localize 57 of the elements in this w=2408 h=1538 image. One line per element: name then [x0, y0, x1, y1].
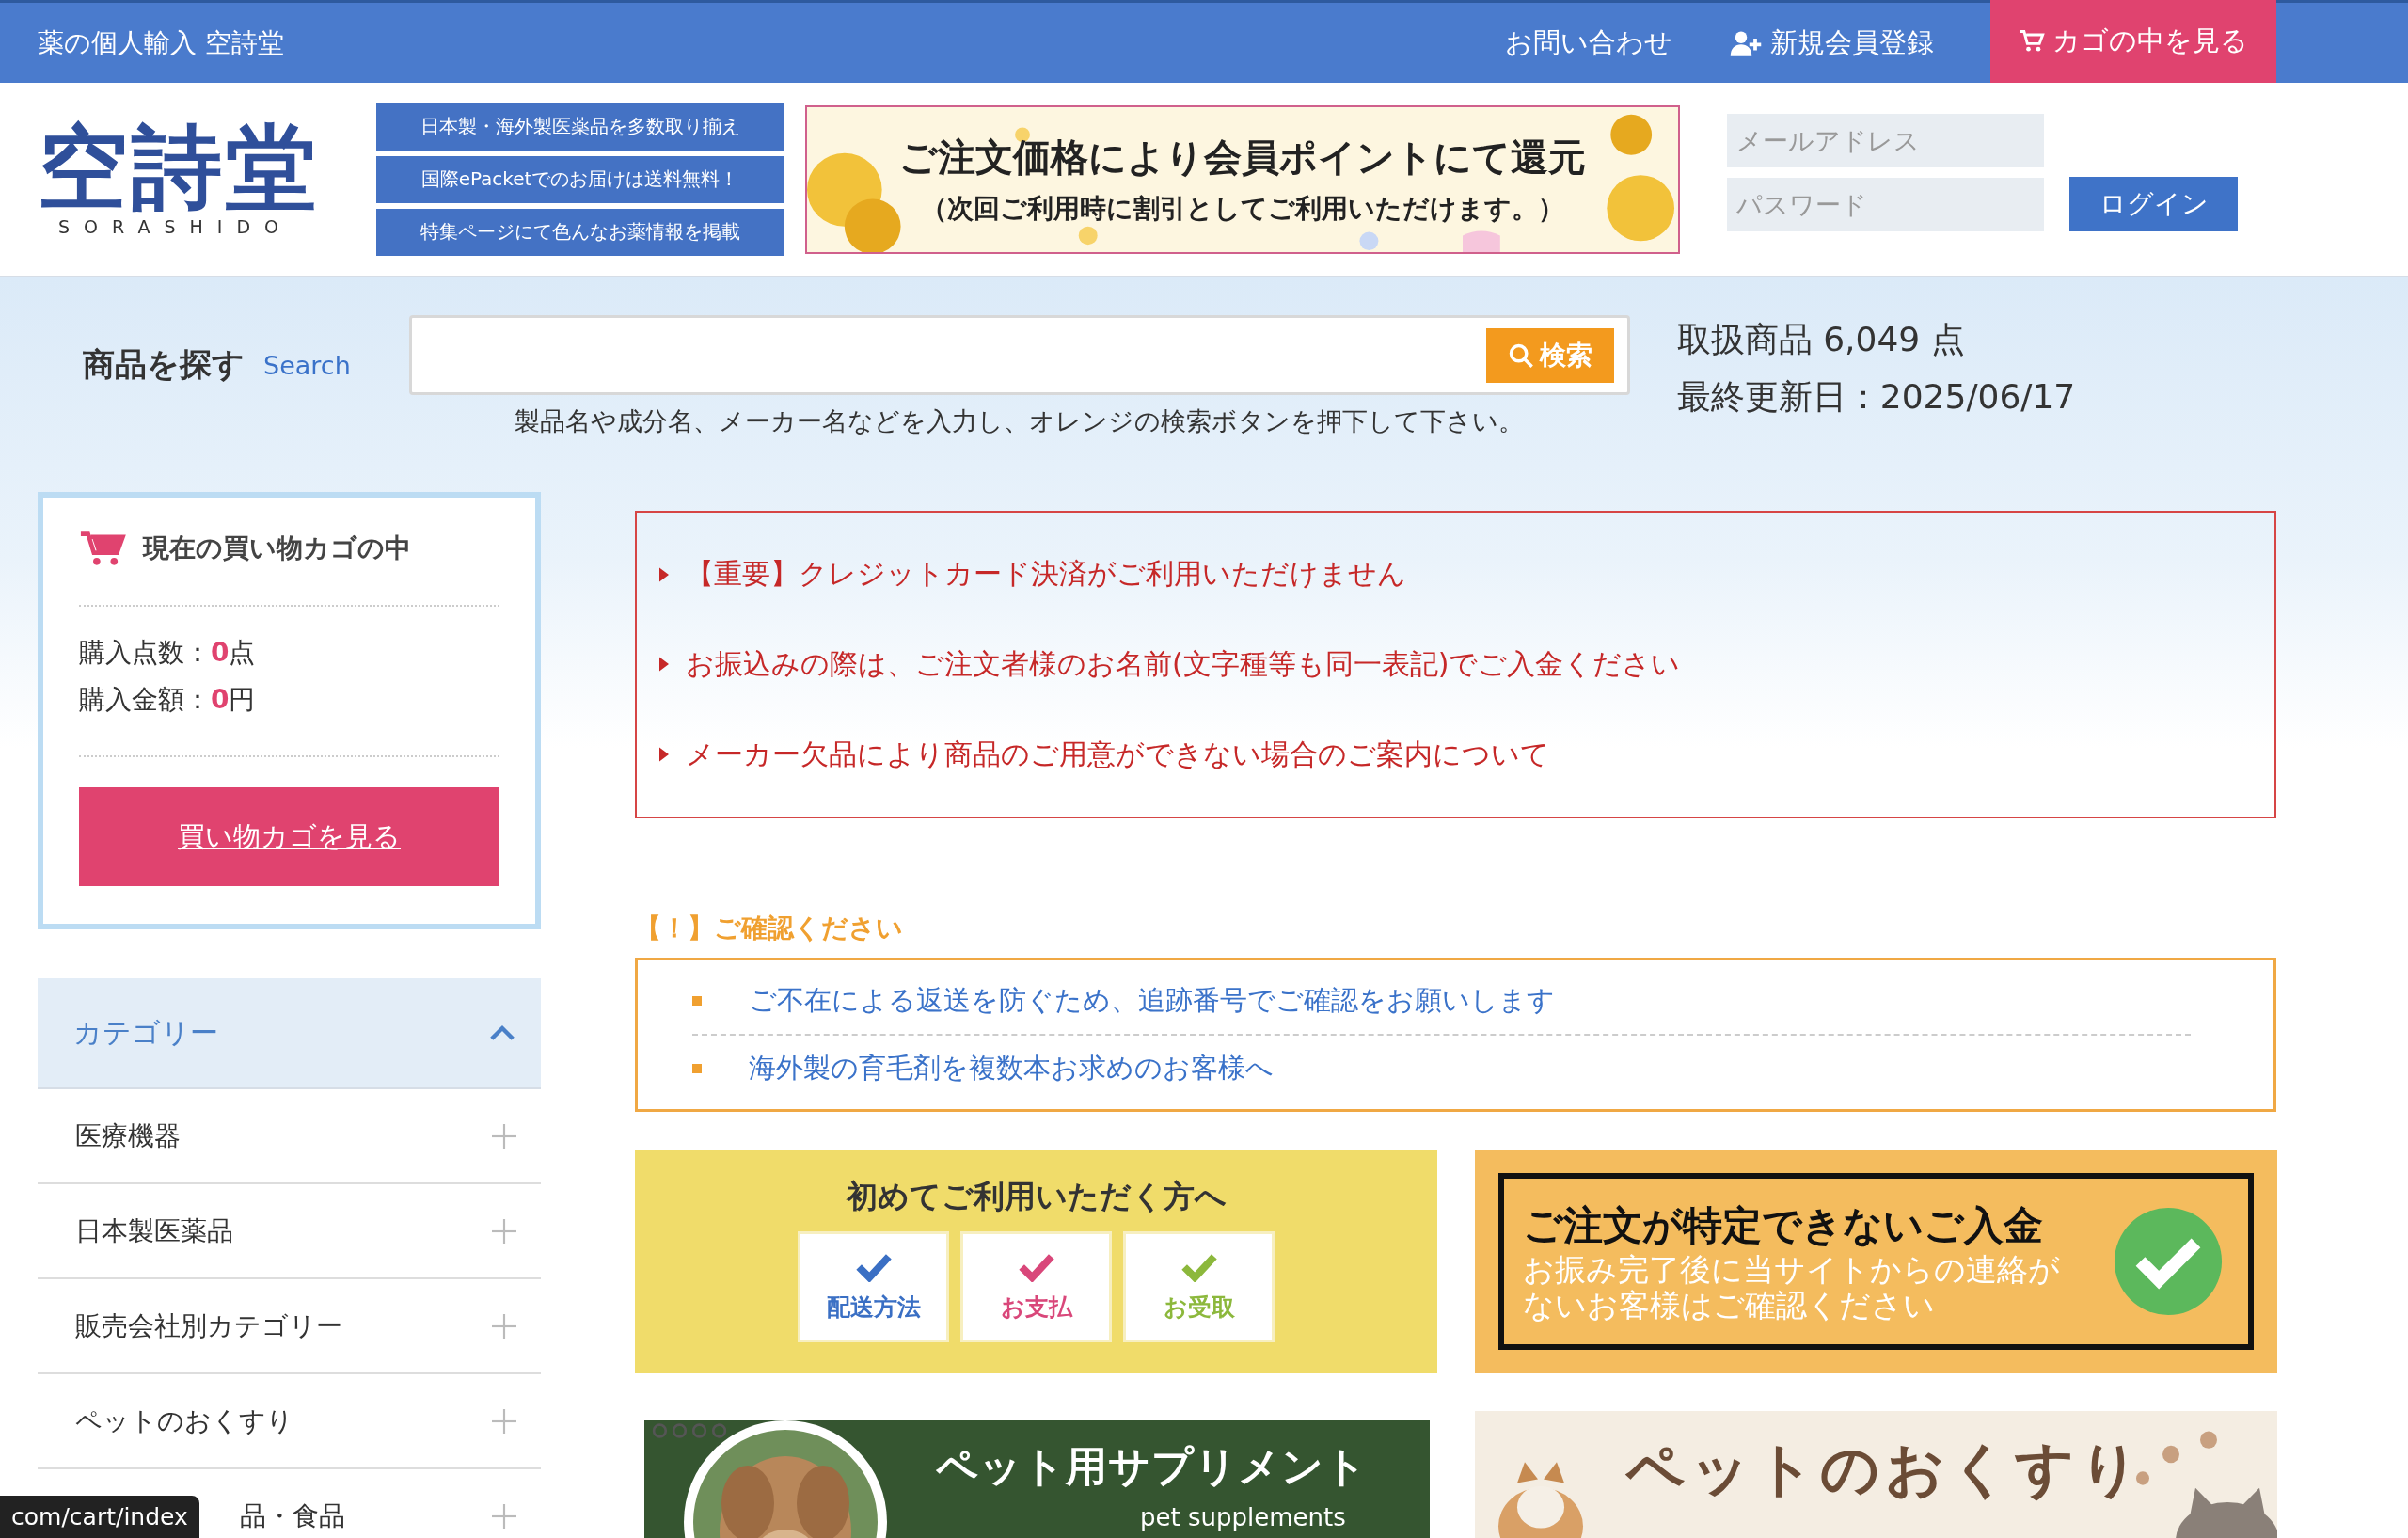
- email-field[interactable]: メールアドレス: [1727, 114, 2044, 167]
- dots-icon: [652, 1422, 727, 1439]
- banner-title: ペットのおくすり: [1625, 1434, 2145, 1505]
- payment-title: ご注文が特定できないご入金: [1523, 1201, 2044, 1251]
- cart-stat: 購入金額：0円: [79, 683, 257, 717]
- guide-tile: お受取: [1123, 1231, 1275, 1342]
- cart-title: 現在の買い物カゴの中: [143, 531, 411, 565]
- cart-icon: [2019, 28, 2045, 55]
- search-icon: [1507, 341, 1534, 369]
- notice-link[interactable]: メーカー欠品により商品のご用意ができない場合のご案内について: [659, 735, 2252, 774]
- guide-tile: 配送方法: [798, 1231, 949, 1342]
- contact-link[interactable]: お問い合わせ: [1505, 24, 1672, 62]
- confirm-link[interactable]: ご不在による返送を防ぐため、追跡番号でご確認をお願いします: [749, 982, 1555, 1020]
- points-banner[interactable]: ご注文価格により会員ポイントにて還元 （次回ご利用時に割引としてご利用いただけます。）: [805, 104, 1680, 254]
- store-stat: 取扱商品 6,049 点: [1676, 319, 1966, 360]
- check-icon: [2113, 1206, 2224, 1317]
- payment-banner[interactable]: ご注文が特定できないご入金 お振み完了後に当サイトからの連絡が ないお客様はご確認ください: [1475, 1150, 2277, 1373]
- site-tagline: 薬の個人輸入 空詩堂: [38, 25, 284, 60]
- category-item[interactable]: 販売会社別カテゴリー: [38, 1279, 541, 1374]
- guide-banner[interactable]: 初めてご利用いただく方へ 配送方法 お支払 お受取: [635, 1150, 1437, 1373]
- password-field[interactable]: パスワード: [1727, 177, 2044, 231]
- login-button[interactable]: ログイン: [2069, 177, 2238, 231]
- search-hint: 製品名や成分名、メーカー名などを入力し、オレンジの検索ボタンを押下して下さい。: [515, 405, 1525, 437]
- category-header[interactable]: カテゴリー: [38, 978, 541, 1089]
- category-item[interactable]: ペットのおくすり: [38, 1374, 541, 1469]
- site-logo[interactable]: 空詩堂 SORASHIDO: [38, 121, 348, 237]
- guide-title: 初めてご利用いただく方へ: [846, 1177, 1227, 1216]
- triangle-icon: [659, 747, 669, 763]
- search-heading: 商品を探す: [83, 344, 245, 385]
- category-item[interactable]: 医療機器: [38, 1089, 541, 1184]
- bullet-icon: [692, 1064, 702, 1073]
- status-url-tooltip: com/cart/index: [0, 1496, 199, 1538]
- triangle-icon: [659, 566, 669, 582]
- bullet-icon: [692, 996, 702, 1006]
- view-cart-button[interactable]: 買い物カゴを見る: [79, 787, 499, 886]
- search-subheading: Search: [263, 351, 351, 380]
- guide-tile: お支払: [960, 1231, 1112, 1342]
- confirm-link[interactable]: 海外製の育毛剤を複数本お求めのお客様へ: [749, 1050, 1274, 1087]
- banner-subtitle: pet supplements: [1140, 1503, 1346, 1531]
- banner-subline: （次回ご利用時に割引としてご利用いただけます。）: [921, 192, 1564, 226]
- cart-stat: 購入点数：0点: [79, 636, 257, 670]
- feature-link[interactable]: 国際ePacketでのお届けは送料無料！: [376, 155, 784, 203]
- triangle-icon: [659, 657, 669, 673]
- notice-link[interactable]: お振込みの際は、ご注文者様のお名前(文字種等も同一表記)でご入金ください: [659, 645, 2252, 684]
- payment-text: ないお客様はご確認ください: [1523, 1288, 1936, 1324]
- category-item[interactable]: 日本製医薬品: [38, 1184, 541, 1279]
- feature-link[interactable]: 特集ページにて色んなお薬情報を掲載: [376, 208, 784, 256]
- payment-text: お振み完了後に当サイトからの連絡が: [1523, 1252, 2060, 1288]
- confirm-heading: 【！】ご確認ください: [635, 912, 904, 945]
- banner-headline: ご注文価格により会員ポイントにて還元: [899, 135, 1586, 181]
- banner-title: ペット用サプリメント: [936, 1441, 1368, 1492]
- store-stat: 最終更新日：2025/06/17: [1676, 376, 2076, 418]
- register-link[interactable]: 新規会員登録: [1729, 24, 1934, 62]
- notice-link[interactable]: 【重要】クレジットカード決済がご利用いただけません: [659, 555, 2252, 595]
- cart-button[interactable]: カゴの中を見る: [1990, 0, 2276, 83]
- cart-icon: [79, 530, 126, 567]
- feature-link[interactable]: 日本製・海外製医薬品を多数取り揃え: [376, 103, 784, 151]
